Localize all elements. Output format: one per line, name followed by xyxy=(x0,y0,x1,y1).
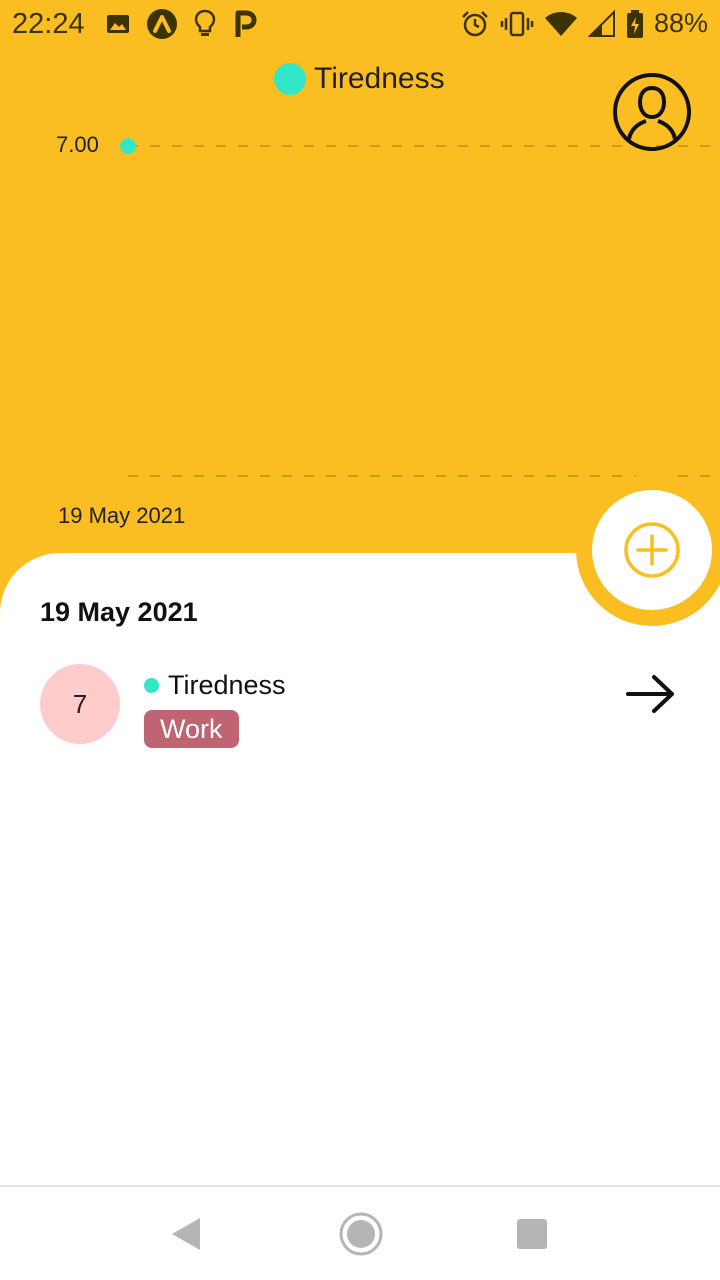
recents-icon[interactable] xyxy=(516,1218,548,1250)
chart-series-tiredness xyxy=(120,138,136,154)
entries-sheet: 19 May 2021 7 Tiredness Work xyxy=(0,553,720,1185)
app-screen: 22:24 88% Tiredness 7.00 19 May 2021 19 … xyxy=(0,0,720,1280)
entry-metric-label: Tiredness xyxy=(168,670,286,700)
profile-icon xyxy=(613,73,691,151)
arrow-right-icon[interactable] xyxy=(626,674,676,714)
home-icon[interactable] xyxy=(338,1211,384,1257)
entry-value-badge: 7 xyxy=(40,664,120,744)
legend-label: Tiredness xyxy=(314,62,445,95)
chart-point xyxy=(120,138,136,154)
add-circle-icon xyxy=(624,522,680,578)
x-axis-tick-label: 19 May 2021 xyxy=(58,503,186,528)
add-entry-button[interactable] xyxy=(592,490,712,610)
legend-color-dot xyxy=(274,63,306,95)
entries-date-heading: 19 May 2021 xyxy=(40,597,198,627)
chart-legend: Tiredness xyxy=(274,62,445,96)
back-icon[interactable] xyxy=(170,1217,202,1251)
entry-tag: Work xyxy=(144,710,239,748)
list-item[interactable]: 7 Tiredness Work xyxy=(40,664,680,754)
entry-metric-dot xyxy=(144,678,159,693)
entry-metric: Tiredness xyxy=(144,670,286,701)
profile-button[interactable] xyxy=(612,72,692,152)
system-nav-bar xyxy=(0,1185,720,1280)
y-axis-tick-label: 7.00 xyxy=(56,132,99,157)
